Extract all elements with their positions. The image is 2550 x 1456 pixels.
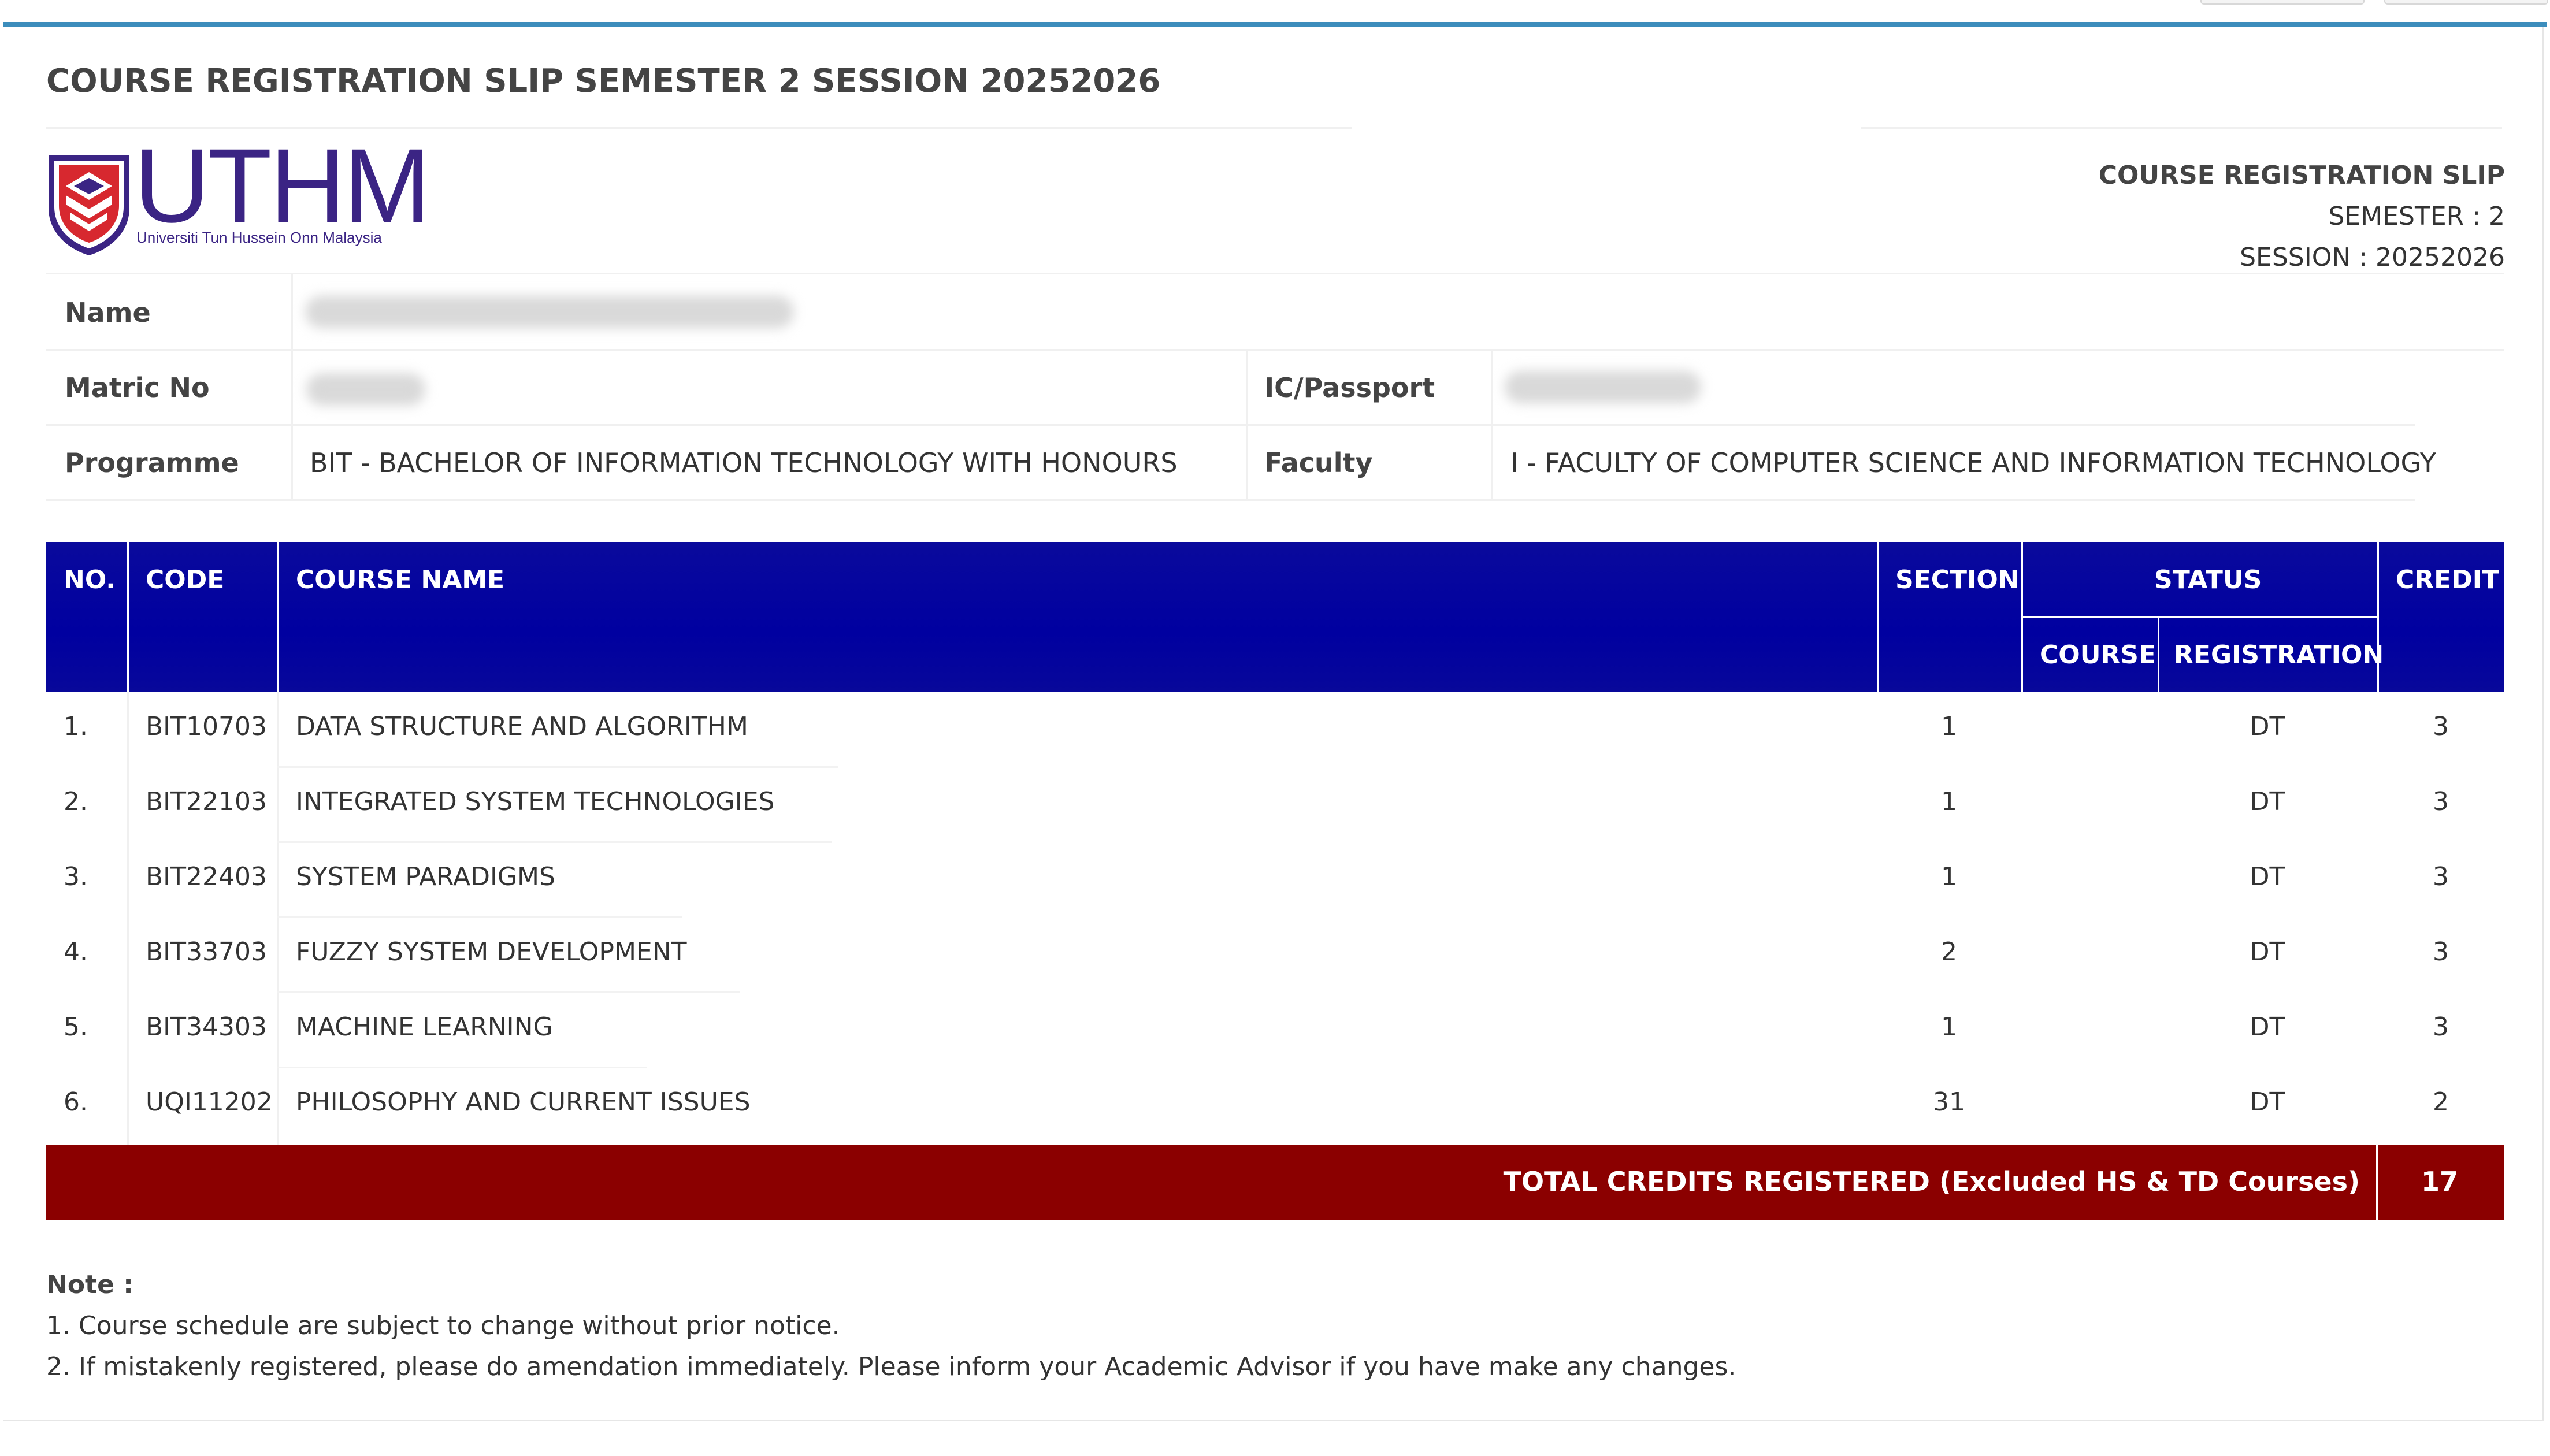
header-divider (277, 542, 279, 692)
uthm-shield-icon (49, 155, 129, 255)
row-no: 1. (64, 712, 88, 741)
programme-label: Programme (65, 447, 239, 478)
slip-header-title: COURSE REGISTRATION SLIP (2098, 161, 2505, 190)
header-divider (127, 542, 129, 692)
info-col-rule (1491, 349, 1493, 499)
programme-value: BIT - BACHELOR OF INFORMATION TECHNOLOGY… (310, 447, 1178, 478)
info-rule (46, 273, 2504, 274)
table-row: 3. BIT22403 SYSTEM PARADIGMS 1 DT 3 (46, 842, 2504, 918)
row-registration: DT (2250, 787, 2285, 816)
row-course-name: SYSTEM PARADIGMS (296, 862, 555, 892)
matric-value-redacted (306, 373, 425, 406)
slip-header-session: SESSION : 20252026 (2240, 243, 2505, 272)
top-tab-stub (2200, 0, 2365, 5)
row-registration: DT (2250, 712, 2285, 741)
header-credit: CREDIT (2396, 565, 2500, 595)
header-rule (1861, 127, 2502, 129)
row-code: BIT10703 (146, 712, 268, 741)
row-credit: 3 (2433, 862, 2449, 892)
uthm-logo: UTHM Universiti Tun Hussein Onn Malaysia (46, 133, 431, 255)
ic-passport-value-redacted (1505, 371, 1701, 403)
row-no: 4. (64, 937, 88, 967)
row-code: BIT22103 (146, 787, 268, 816)
row-section: 1 (1941, 1012, 1957, 1042)
course-table-header: NO. CODE COURSE NAME SECTION STATUS COUR… (46, 542, 2504, 692)
faculty-label: Faculty (1264, 447, 1373, 478)
header-course-name: COURSE NAME (296, 565, 505, 595)
row-section: 31 (1933, 1087, 1965, 1117)
faculty-value: I - FACULTY OF COMPUTER SCIENCE AND INFO… (1510, 447, 2436, 478)
total-credits-label: TOTAL CREDITS REGISTERED (Excluded HS & … (1503, 1166, 2360, 1197)
total-credits-row: TOTAL CREDITS REGISTERED (Excluded HS & … (46, 1145, 2504, 1220)
row-credit: 2 (2433, 1087, 2449, 1117)
top-tab-stub (2384, 0, 2548, 5)
matric-label: Matric No (65, 372, 210, 403)
row-code: BIT22403 (146, 862, 268, 892)
header-status: STATUS (2154, 565, 2262, 595)
row-course-name: INTEGRATED SYSTEM TECHNOLOGIES (296, 787, 775, 816)
row-section: 2 (1941, 937, 1957, 967)
note-item: 1. Course schedule are subject to change… (46, 1311, 840, 1340)
row-section: 1 (1941, 862, 1957, 892)
row-no: 2. (64, 787, 88, 816)
slip-header-semester: SEMESTER : 2 (2328, 202, 2505, 231)
row-registration: DT (2250, 937, 2285, 967)
table-row: 6. UQI11202 PHILOSOPHY AND CURRENT ISSUE… (46, 1068, 2504, 1143)
row-no: 5. (64, 1012, 88, 1042)
header-divider (2377, 542, 2379, 692)
table-row: 1. BIT10703 DATA STRUCTURE AND ALGORITHM… (46, 692, 2504, 768)
row-credit: 3 (2433, 787, 2449, 816)
row-course-name: FUZZY SYSTEM DEVELOPMENT (296, 937, 687, 967)
header-no: NO. (64, 565, 116, 595)
row-code: UQI11202 (146, 1087, 273, 1117)
row-course-name: DATA STRUCTURE AND ALGORITHM (296, 712, 748, 741)
row-course-name: MACHINE LEARNING (296, 1012, 553, 1042)
ic-passport-label: IC/Passport (1264, 372, 1435, 403)
info-col-rule (291, 273, 293, 499)
row-registration: DT (2250, 1012, 2285, 1042)
row-code: BIT33703 (146, 937, 268, 967)
card-top-border (3, 22, 2547, 27)
row-code: BIT34303 (146, 1012, 268, 1042)
header-code: CODE (146, 565, 225, 595)
page-title: COURSE REGISTRATION SLIP SEMESTER 2 SESS… (46, 62, 1161, 100)
total-credits-value: 17 (2421, 1166, 2458, 1197)
header-status-registration: REGISTRATION (2174, 640, 2384, 670)
table-row: 2. BIT22103 INTEGRATED SYSTEM TECHNOLOGI… (46, 767, 2504, 843)
row-registration: DT (2250, 1087, 2285, 1117)
name-value-redacted (305, 296, 794, 328)
notes-section: Note : 1. Course schedule are subject to… (46, 1264, 1736, 1387)
slip-header: COURSE REGISTRATION SLIP SEMESTER : 2 SE… (2099, 155, 2505, 278)
name-label: Name (65, 297, 151, 328)
total-divider (2376, 1145, 2378, 1220)
header-divider (1877, 542, 1879, 692)
info-col-rule (1246, 349, 1248, 499)
row-section: 1 (1941, 712, 1957, 741)
row-credit: 3 (2433, 712, 2449, 741)
row-registration: DT (2250, 862, 2285, 892)
table-row: 4. BIT33703 FUZZY SYSTEM DEVELOPMENT 2 D… (46, 918, 2504, 993)
note-item: 2. If mistakenly registered, please do a… (46, 1352, 1736, 1381)
logo-tagline: Universiti Tun Hussein Onn Malaysia (136, 229, 382, 246)
row-no: 6. (64, 1087, 88, 1117)
notes-title: Note : (46, 1270, 133, 1299)
row-section: 1 (1941, 787, 1957, 816)
logo-wordmark: UTHM (134, 127, 431, 244)
table-row: 5. BIT34303 MACHINE LEARNING 1 DT 3 (46, 993, 2504, 1068)
row-credit: 3 (2433, 937, 2449, 967)
header-divider (2158, 617, 2159, 692)
row-course-name: PHILOSOPHY AND CURRENT ISSUES (296, 1087, 751, 1117)
row-no: 3. (64, 862, 88, 892)
header-status-course: COURSE (2040, 640, 2156, 670)
info-rule (46, 349, 2504, 351)
info-rule (46, 499, 2415, 501)
header-section: SECTION (1895, 565, 2020, 595)
row-credit: 3 (2433, 1012, 2449, 1042)
header-status-divider (2021, 616, 2377, 618)
info-rule (46, 424, 2415, 426)
